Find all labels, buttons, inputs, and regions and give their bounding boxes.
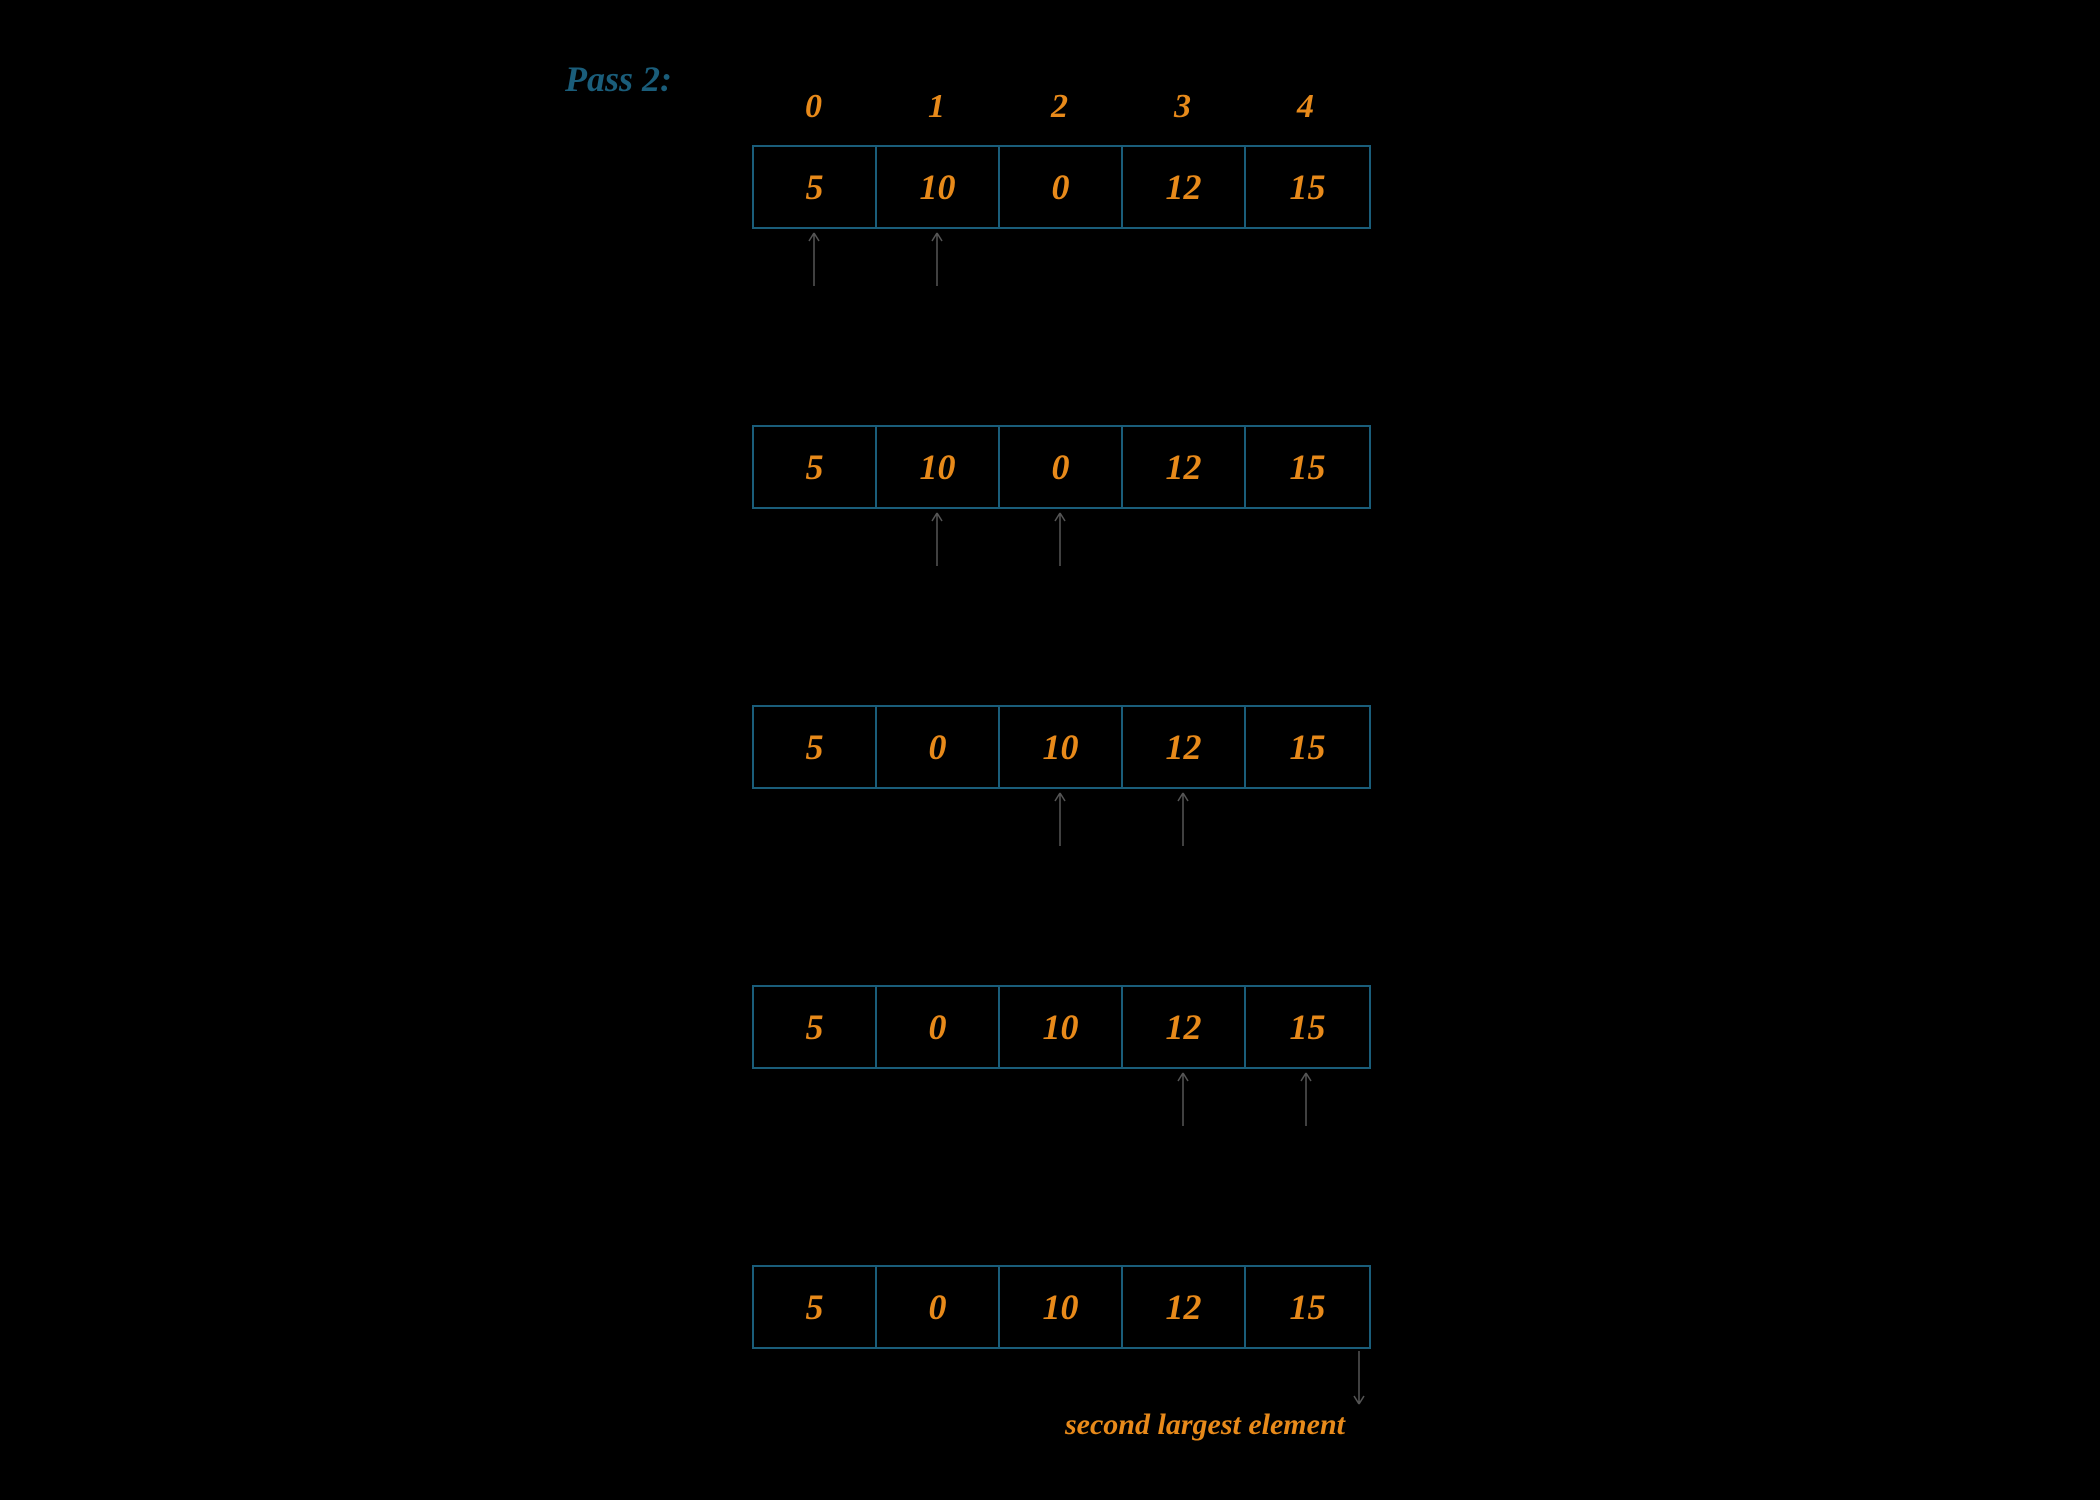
array-step: 5 0 10 12 15 [752,985,1371,1069]
array-cell: 0 [1000,147,1123,227]
index-label: 0 [752,88,875,126]
pointer-arrow-icon [930,231,944,286]
pointer-arrow-icon [1053,791,1067,846]
array-cell: 5 [754,987,877,1067]
index-label: 2 [998,88,1121,126]
index-label: 4 [1244,88,1367,126]
result-arrow-icon [1352,1351,1366,1406]
pointer-arrow-icon [807,231,821,286]
pointer-arrow-icon [930,511,944,566]
array-cell: 15 [1246,987,1369,1067]
index-label: 1 [875,88,998,126]
array-cell: 12 [1123,707,1246,787]
array-cell: 0 [877,987,1000,1067]
array-cell: 10 [1000,707,1123,787]
array-cell: 12 [1123,147,1246,227]
caption-label: second largest element [1065,1408,1345,1442]
pointer-arrow-icon [1299,1071,1313,1126]
array-cell: 5 [754,1267,877,1347]
array-cell: 5 [754,707,877,787]
array-cell: 0 [1000,427,1123,507]
pointer-arrow-icon [1176,1071,1190,1126]
array-cell: 15 [1246,427,1369,507]
array-step: 5 10 0 12 15 [752,425,1371,509]
array-cell: 10 [1000,1267,1123,1347]
array-cell: 15 [1246,707,1369,787]
array-step: 5 0 10 12 15 [752,1265,1371,1349]
array-cell: 0 [877,707,1000,787]
index-row: 0 1 2 3 4 [752,88,1367,126]
array-step: 5 0 10 12 15 [752,705,1371,789]
array-cell: 5 [754,427,877,507]
array-cell: 15 [1246,147,1369,227]
array-cell: 12 [1123,987,1246,1067]
index-label: 3 [1121,88,1244,126]
array-cell: 12 [1123,1267,1246,1347]
array-cell: 10 [1000,987,1123,1067]
array-cell: 10 [877,147,1000,227]
array-cell: 5 [754,147,877,227]
pass-title: Pass 2: [565,58,672,100]
pointer-arrow-icon [1053,511,1067,566]
array-cell: 10 [877,427,1000,507]
array-cell: 15 [1246,1267,1369,1347]
array-cell: 0 [877,1267,1000,1347]
array-step: 5 10 0 12 15 [752,145,1371,229]
array-cell: 12 [1123,427,1246,507]
pointer-arrow-icon [1176,791,1190,846]
